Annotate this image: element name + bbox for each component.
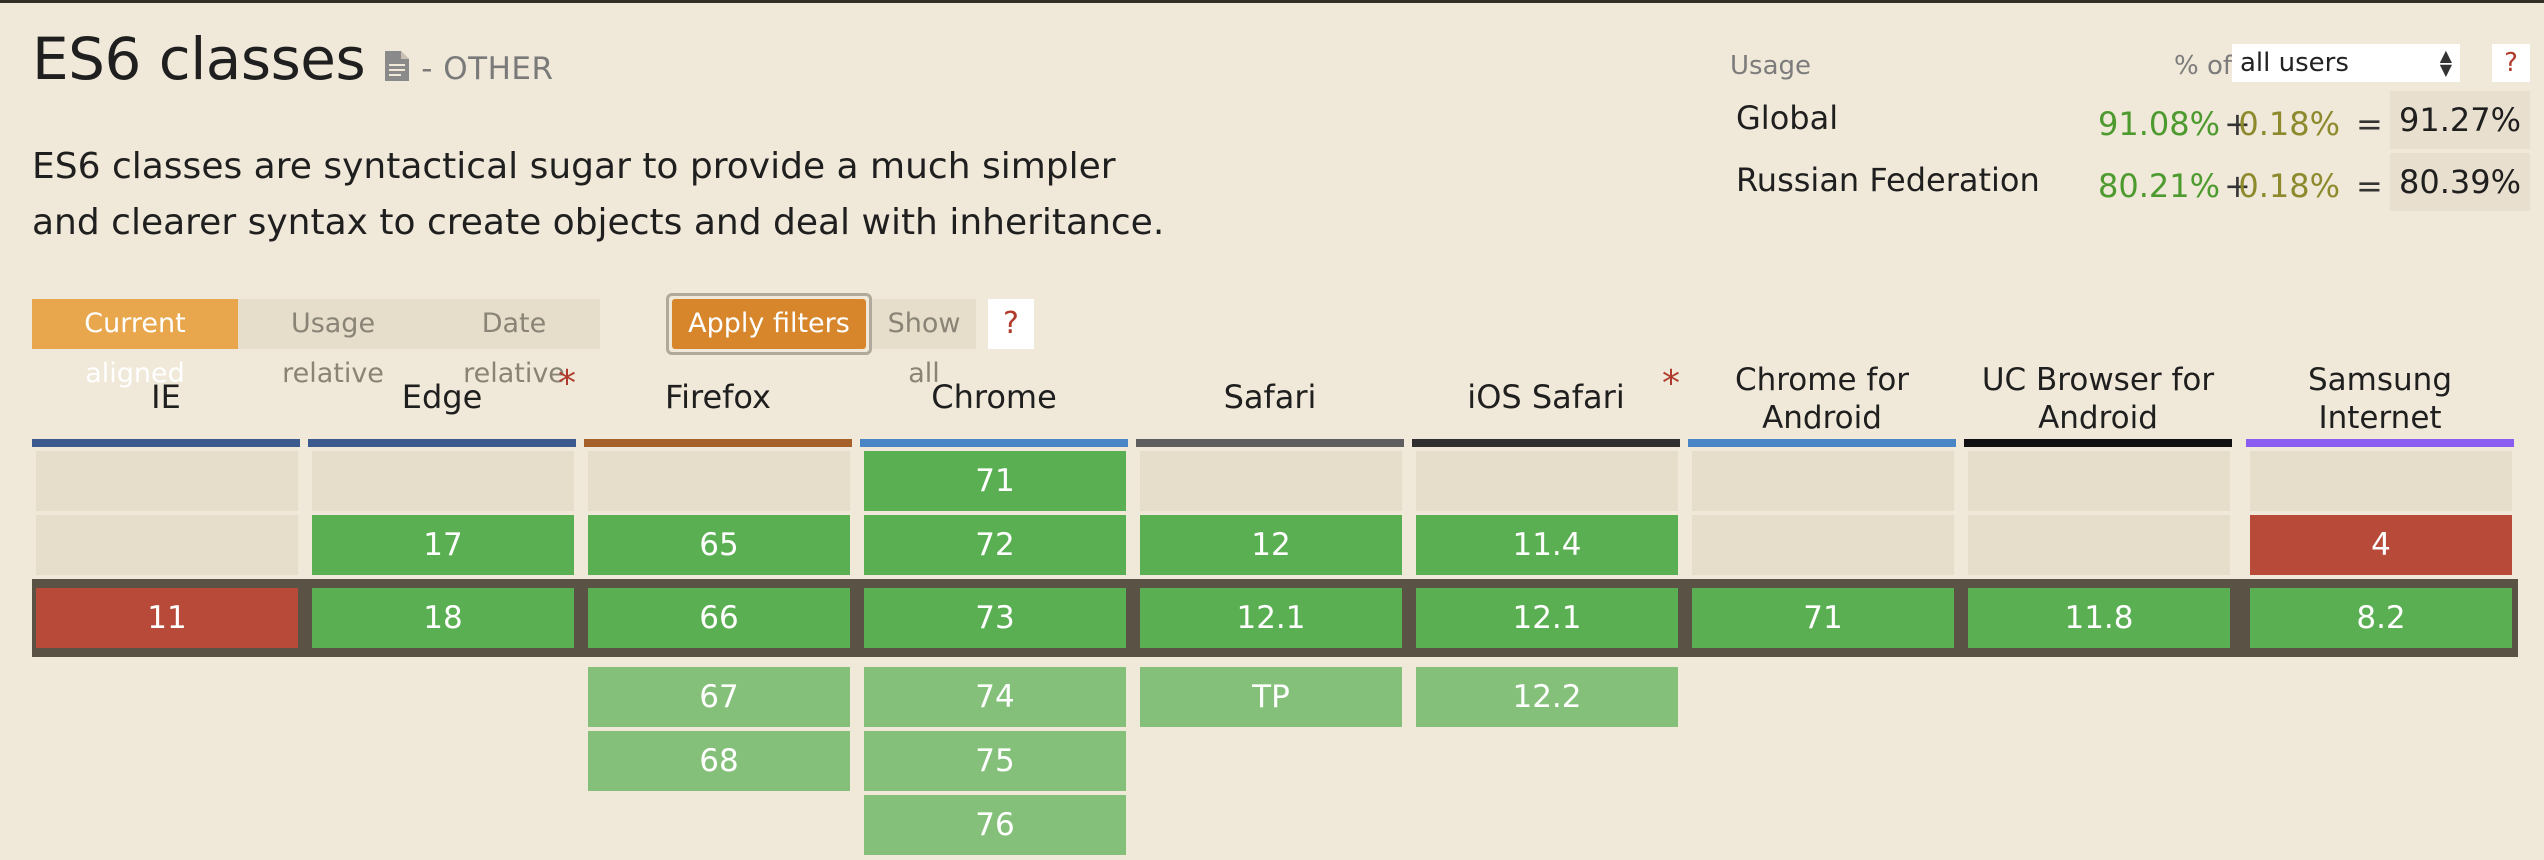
version-cell[interactable]: 11 xyxy=(36,588,298,648)
usage-supported: 80.21% xyxy=(2097,167,2220,205)
usage-label: Usage xyxy=(1730,51,1812,81)
empty-version-cell xyxy=(36,515,298,575)
browser-name-safari[interactable]: Safari xyxy=(1136,359,1404,435)
note-asterisk-icon[interactable]: * xyxy=(558,363,576,404)
browser-color-bar xyxy=(308,439,576,447)
usage-region: Global xyxy=(1736,99,1839,137)
category-label: - OTHER xyxy=(421,51,554,87)
usage-relative-button[interactable]: Usage relative xyxy=(238,299,428,389)
version-cell[interactable]: 4 xyxy=(2250,515,2512,575)
percent-of-label: % of xyxy=(2174,51,2233,81)
note-asterisk-icon[interactable]: * xyxy=(1662,363,1680,404)
browser-name-ios-safari[interactable]: iOS Safari xyxy=(1412,359,1680,435)
empty-version-cell xyxy=(1968,515,2230,575)
version-cell[interactable]: 72 xyxy=(864,515,1126,575)
usage-region: Russian Federation xyxy=(1736,161,2040,199)
browser-color-bar xyxy=(1964,439,2232,447)
empty-version-cell xyxy=(2250,451,2512,511)
version-cell[interactable]: 65 xyxy=(588,515,850,575)
usage-scope-select[interactable]: all users ▲ ▼ xyxy=(2232,44,2460,82)
browser-color-bar xyxy=(2246,439,2514,447)
browser-name-chrome[interactable]: Chrome xyxy=(860,359,1128,435)
usage-supported: 91.08% xyxy=(2097,105,2220,143)
usage-header: Usage % of all users ▲ ▼ ? xyxy=(1730,43,2530,87)
usage-equals: = xyxy=(2356,105,2383,143)
usage-row-russian-federation: Russian Federation 80.21% + 0.18% = 80.3… xyxy=(1730,149,2530,211)
future-version-cell[interactable]: 75 xyxy=(864,731,1126,791)
browser-color-bar xyxy=(860,439,1128,447)
usage-row-global: Global 91.08% + 0.18% = 91.27% xyxy=(1730,87,2530,149)
version-cell[interactable]: 71 xyxy=(1692,588,1954,648)
empty-version-cell xyxy=(1416,451,1678,511)
usage-partial: 0.18% xyxy=(2238,105,2340,143)
version-cell[interactable]: 12 xyxy=(1140,515,1402,575)
version-cell[interactable]: 71 xyxy=(864,451,1126,511)
browser-name-uc-browser-for-android[interactable]: UC Browser for Android xyxy=(1964,359,2232,436)
usage-partial: 0.18% xyxy=(2238,167,2340,205)
current-aligned-button[interactable]: Current aligned xyxy=(32,299,238,389)
version-cell[interactable]: 18 xyxy=(312,588,574,648)
empty-version-cell xyxy=(1140,451,1402,511)
browser-color-bar xyxy=(1136,439,1404,447)
future-version-cell[interactable]: 74 xyxy=(864,667,1126,727)
feature-description: ES6 classes are syntactical sugar to pro… xyxy=(32,146,1165,243)
version-cell[interactable]: 12.1 xyxy=(1416,588,1678,648)
browser-name-chrome-for-android[interactable]: Chrome for Android xyxy=(1688,359,1956,436)
future-version-cell[interactable]: TP xyxy=(1140,667,1402,727)
usage-help-button[interactable]: ? xyxy=(2492,44,2530,82)
document-icon[interactable] xyxy=(385,51,410,81)
version-cell[interactable]: 66 xyxy=(588,588,850,648)
date-relative-button[interactable]: Date relative xyxy=(428,299,600,389)
empty-version-cell xyxy=(36,451,298,511)
select-arrows-icon: ▲ ▼ xyxy=(2439,46,2452,79)
browser-color-bar xyxy=(1412,439,1680,447)
usage-total: 80.39% xyxy=(2390,153,2530,211)
future-version-cell[interactable]: 76 xyxy=(864,795,1126,855)
page-title: ES6 classes xyxy=(32,25,366,93)
show-all-button[interactable]: Show all xyxy=(872,299,976,389)
browser-support-table: IE 11 Edge * 17 18 Firefox 65 66 67 68 Chrome 71 72 73… xyxy=(32,359,2518,860)
version-cell[interactable]: 73 xyxy=(864,588,1126,648)
title-row: ES6 classes - OTHER xyxy=(32,25,554,93)
apply-filters-wrapper: Apply filters xyxy=(666,293,872,355)
browser-color-bar xyxy=(1688,439,1956,447)
usage-equals: = xyxy=(2356,167,2383,205)
empty-version-cell xyxy=(1692,515,1954,575)
browser-name-edge[interactable]: Edge xyxy=(308,359,576,435)
usage-scope-value: all users xyxy=(2240,48,2349,78)
empty-version-cell xyxy=(1968,451,2230,511)
filters-help-button[interactable]: ? xyxy=(988,299,1034,349)
usage-total: 91.27% xyxy=(2390,91,2530,149)
empty-version-cell xyxy=(1692,451,1954,511)
future-version-cell[interactable]: 68 xyxy=(588,731,850,791)
future-version-cell[interactable]: 12.2 xyxy=(1416,667,1678,727)
browser-name-firefox[interactable]: Firefox xyxy=(584,359,852,435)
apply-filters-button[interactable]: Apply filters xyxy=(672,299,866,349)
version-cell[interactable]: 12.1 xyxy=(1140,588,1402,648)
usage-panel: Usage % of all users ▲ ▼ ? Global 91.08% … xyxy=(1730,43,2530,211)
version-cell[interactable]: 11.4 xyxy=(1416,515,1678,575)
empty-version-cell xyxy=(588,451,850,511)
browser-name-samsung-internet[interactable]: Samsung Internet xyxy=(2246,359,2514,436)
browser-color-bar xyxy=(584,439,852,447)
version-cell[interactable]: 11.8 xyxy=(1968,588,2230,648)
browser-color-bar xyxy=(32,439,300,447)
empty-version-cell xyxy=(312,451,574,511)
version-cell[interactable]: 8.2 xyxy=(2250,588,2512,648)
browser-name-ie[interactable]: IE xyxy=(32,359,300,435)
future-version-cell[interactable]: 67 xyxy=(588,667,850,727)
version-cell[interactable]: 17 xyxy=(312,515,574,575)
